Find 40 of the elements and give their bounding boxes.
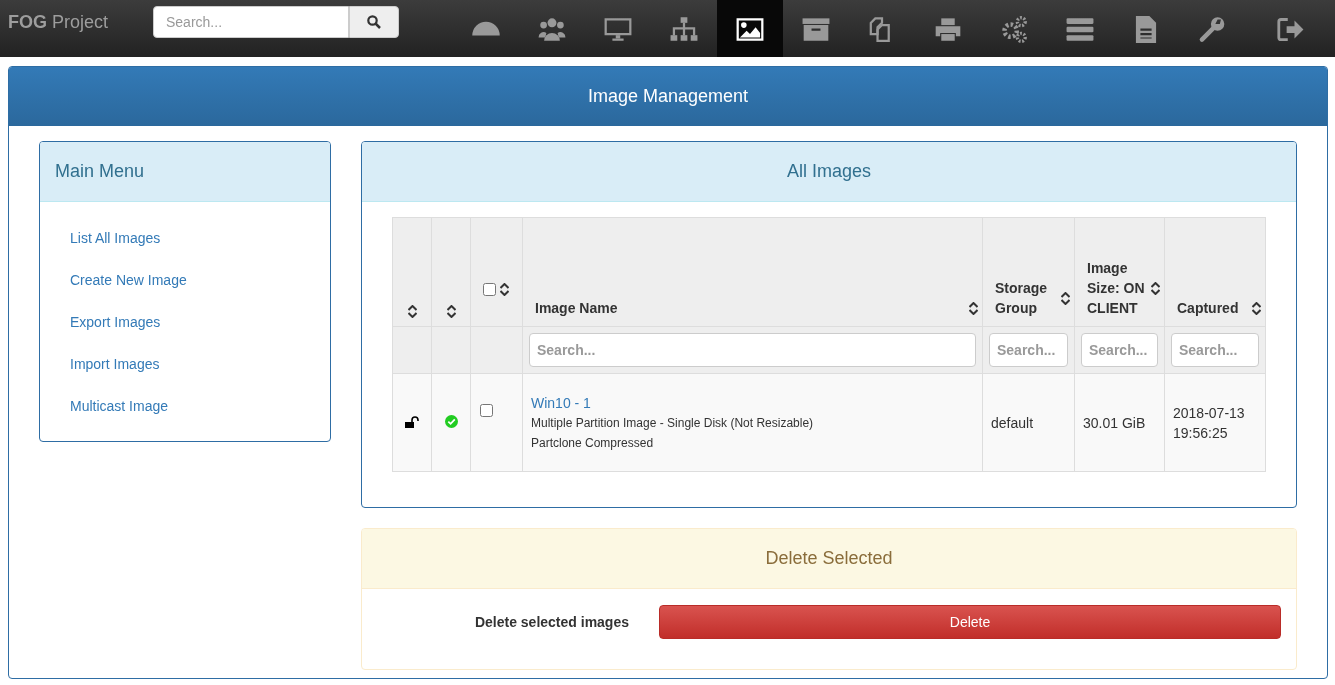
panel-title: Main Menu bbox=[40, 142, 330, 202]
gears-icon bbox=[999, 14, 1029, 43]
menu-link[interactable]: Export Images bbox=[70, 314, 161, 330]
sort-icon[interactable] bbox=[407, 305, 417, 318]
sort-icon[interactable] bbox=[1151, 281, 1160, 295]
checkbox[interactable] bbox=[483, 283, 496, 296]
wrench-icon bbox=[1197, 14, 1227, 43]
image-detail: Partclone Compressed bbox=[531, 434, 655, 452]
delete-label: Delete selected images bbox=[473, 614, 630, 630]
sort-icon[interactable] bbox=[500, 283, 509, 296]
sort-icon[interactable] bbox=[446, 305, 456, 318]
delete-button[interactable]: Delete bbox=[659, 605, 1281, 639]
checkbox[interactable] bbox=[480, 404, 493, 417]
column-header[interactable]: Image Name bbox=[535, 298, 618, 318]
search-icon bbox=[367, 15, 381, 29]
image-link[interactable]: Win10 - 1 bbox=[531, 392, 591, 413]
panel-title: Delete Selected bbox=[362, 529, 1296, 589]
page-title: Image Management bbox=[9, 67, 1327, 126]
filter-field[interactable]: Search... bbox=[529, 333, 976, 367]
sort-icon[interactable] bbox=[1061, 291, 1070, 305]
sort-icon[interactable] bbox=[1252, 301, 1261, 315]
column-header[interactable]: Captured bbox=[1177, 298, 1239, 318]
search-field[interactable]: Search... bbox=[153, 6, 349, 38]
image-size: 30.01 GiB bbox=[1083, 414, 1146, 431]
menu-link[interactable]: Multicast Image bbox=[70, 398, 169, 414]
menu-link[interactable]: Create New Image bbox=[70, 272, 187, 288]
hierarchy-icon bbox=[669, 14, 699, 43]
image-detail: Multiple Partition Image - Single Disk (Not Resizable) bbox=[531, 414, 815, 432]
filter-field[interactable]: Search... bbox=[989, 333, 1068, 367]
brand-logo[interactable]: FOG Project bbox=[0, 0, 153, 57]
storage-group: default bbox=[991, 414, 1034, 431]
menu-link[interactable]: List All Images bbox=[70, 230, 161, 246]
nav-button[interactable] bbox=[717, 0, 783, 57]
search-button[interactable] bbox=[349, 6, 399, 38]
captured-date: 2018-07-13 19:56:25 bbox=[1173, 404, 1245, 441]
menu-link[interactable]: Import Images bbox=[70, 356, 160, 372]
sort-icon[interactable] bbox=[969, 301, 978, 315]
filter-field[interactable]: Search... bbox=[1171, 333, 1259, 367]
panel-title: All Images bbox=[362, 142, 1296, 202]
filter-field[interactable]: Search... bbox=[1081, 333, 1158, 367]
